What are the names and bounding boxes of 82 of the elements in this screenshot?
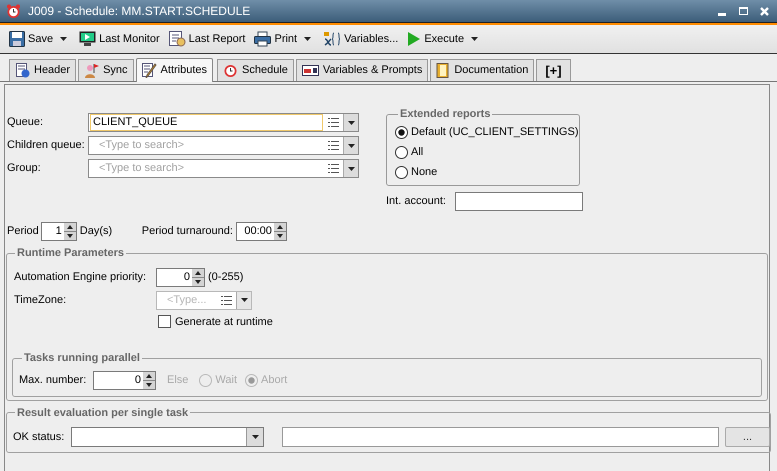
radio-button[interactable]: [395, 126, 408, 139]
dropdown-button[interactable]: [343, 160, 358, 177]
caret-icon: [348, 166, 354, 170]
monitor-icon: [79, 31, 96, 47]
caret-icon[interactable]: [304, 37, 312, 41]
field-label: TimeZone:: [14, 292, 68, 308]
field-label: Queue:: [6, 115, 44, 130]
list-icon[interactable]: [328, 141, 339, 150]
field-label: Children queue:: [6, 138, 86, 154]
else-label: Else: [167, 372, 188, 388]
radio-label: None: [411, 165, 438, 180]
list-icon[interactable]: [328, 118, 339, 127]
priority-spinner[interactable]: 0: [156, 268, 205, 286]
field-label: OK status:: [13, 430, 66, 445]
card-icon: [302, 64, 319, 77]
group-title: Extended reports: [399, 107, 492, 122]
toolbar-button[interactable]: Execute: [405, 27, 466, 51]
close-icon[interactable]: [760, 6, 769, 16]
caret-icon[interactable]: [60, 37, 68, 41]
stepper-icon[interactable]: [143, 372, 155, 388]
turnaround-spinner[interactable]: 00:00: [236, 222, 287, 241]
field-label: Automation Engine priority:: [14, 270, 148, 285]
checkbox-label: Generate at runtime: [175, 314, 273, 330]
group-title: Tasks running parallel: [23, 351, 141, 366]
field-label: Period turnaround:: [142, 224, 233, 240]
list-icon[interactable]: [328, 164, 339, 173]
tab[interactable]: Header: [9, 59, 76, 81]
caret-icon[interactable]: [471, 37, 478, 41]
caret-icon: [348, 144, 354, 148]
field-label: Int. account:: [386, 194, 447, 210]
group-title: Result evaluation per single task: [16, 406, 190, 420]
queue-combo[interactable]: CLIENT_QUEUE: [88, 113, 359, 132]
report-icon: [168, 31, 186, 47]
radio-label: All: [411, 145, 424, 160]
document-pencil-icon: [142, 63, 157, 78]
window-title: J009 - Schedule: MM.START.SCHEDULE: [28, 3, 250, 20]
tab[interactable]: Attributes: [136, 58, 214, 82]
group-title: Runtime Parameters: [16, 246, 125, 261]
toolbar-button[interactable]: Save: [7, 27, 56, 51]
alarm-clock-icon: [6, 4, 21, 18]
tab[interactable]: [+]: [536, 59, 571, 81]
int-account-field[interactable]: [455, 192, 583, 211]
radio-button[interactable]: [395, 166, 408, 179]
stepper-icon[interactable]: [274, 223, 286, 240]
dropdown-button[interactable]: [343, 137, 358, 154]
play-icon: [407, 31, 422, 47]
toolbar-button[interactable]: Variables...: [321, 27, 400, 51]
toolbar-button[interactable]: Print: [252, 27, 300, 51]
period-spinner[interactable]: 1: [40, 222, 77, 241]
maximize-icon[interactable]: [739, 7, 748, 15]
toolbar-button[interactable]: Last Monitor: [77, 27, 162, 51]
radio-label: Wait: [215, 372, 237, 388]
browse-button[interactable]: ...: [725, 427, 770, 447]
field-label: Period: [6, 224, 39, 240]
alarm-clock-icon: [223, 63, 238, 78]
range-hint: (0-255): [208, 270, 244, 285]
radio-label: Default (UC_CLIENT_SETTINGS): [411, 125, 578, 140]
checkbox[interactable]: [158, 315, 171, 328]
tab[interactable]: Documentation: [430, 59, 534, 81]
tab[interactable]: Sync: [78, 59, 134, 81]
dropdown-button[interactable]: [343, 114, 358, 131]
variables-icon: [323, 31, 342, 47]
caret-icon: [252, 435, 258, 439]
unit-label: Day(s): [80, 224, 114, 240]
person-flag-icon: [84, 63, 100, 78]
dropdown-button[interactable]: [246, 428, 263, 446]
radio-button[interactable]: [395, 146, 408, 159]
ok-status-field[interactable]: [282, 427, 719, 447]
stepper-icon[interactable]: [64, 223, 76, 240]
stepper-icon[interactable]: [192, 268, 204, 286]
toolbar-button[interactable]: Last Report: [166, 27, 248, 51]
field-label: Max. number:: [19, 372, 88, 388]
document-info-icon: [15, 63, 30, 78]
radio-label: Abort: [261, 372, 288, 388]
ok-status-combo[interactable]: [71, 427, 264, 447]
caret-icon: [348, 120, 354, 124]
field-label: Group:: [6, 161, 42, 176]
printer-icon: [254, 31, 272, 47]
book-icon: [436, 63, 450, 78]
caret-icon: [240, 298, 248, 302]
tab[interactable]: Schedule: [217, 59, 294, 81]
tab[interactable]: Variables & Prompts: [296, 59, 428, 81]
